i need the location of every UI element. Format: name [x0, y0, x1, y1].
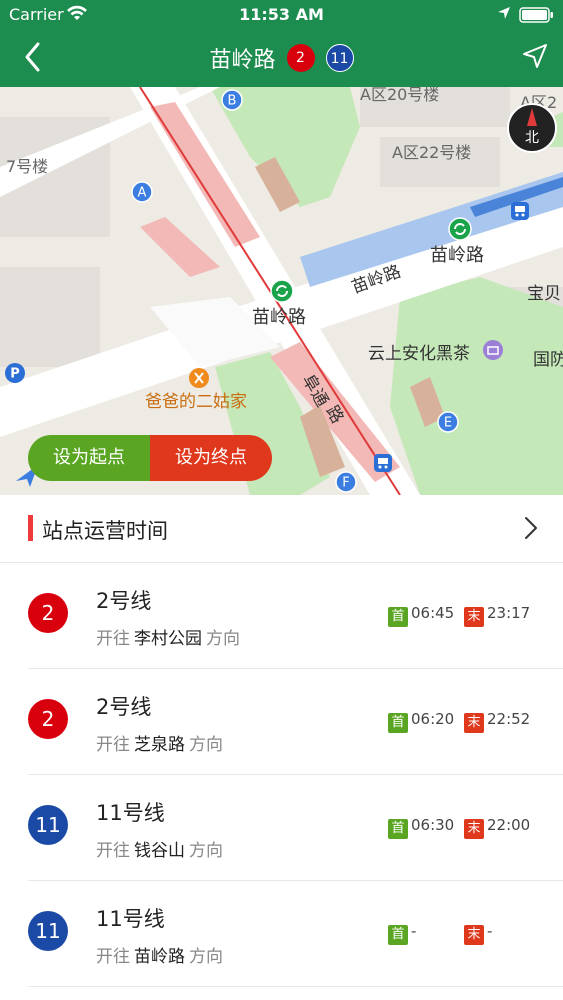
- status-bar: Carrier 11:53 AM: [0, 0, 563, 30]
- direction-text: 开往 钱谷山 方向: [96, 836, 223, 861]
- first-train: 首-: [388, 922, 416, 945]
- first-time: 06:45: [411, 604, 455, 622]
- bus-stop-icon-2[interactable]: [373, 453, 393, 475]
- exit-a-marker[interactable]: A: [131, 181, 153, 203]
- compass-north-label: 北: [525, 130, 539, 146]
- operating-hours-header[interactable]: 站点运营时间: [0, 495, 563, 563]
- last-train: 末 22:52: [464, 710, 530, 733]
- map-label-building-7: 7号楼: [6, 157, 49, 176]
- last-time: 22:00: [487, 816, 531, 834]
- direction-suffix: 方向: [189, 947, 223, 967]
- map-view[interactable]: A区20号楼 A区2 A区22号楼 7号楼 苗岭路 苗岭路 苗岭路 云上安化黑茶…: [0, 87, 563, 495]
- exit-b-label: B: [228, 94, 237, 109]
- map-label-station-center: 苗岭路: [252, 307, 306, 328]
- route-button-group: 设为起点 设为终点: [28, 435, 272, 481]
- page-title: 苗岭路: [209, 48, 276, 73]
- line-name: 11号线: [96, 801, 165, 825]
- exit-a-label: A: [138, 186, 147, 201]
- direction-destination: 苗岭路: [134, 947, 185, 967]
- last-tag: 末: [464, 713, 484, 733]
- parking-icon[interactable]: P: [4, 362, 26, 384]
- last-time: 22:52: [487, 710, 531, 728]
- first-time: 06:20: [411, 710, 455, 728]
- nav-bar: 苗岭路 2 11: [0, 30, 563, 87]
- section-accent-bar: [28, 515, 33, 541]
- shop-icon[interactable]: [482, 339, 504, 361]
- line-11-badge: 11: [325, 44, 354, 72]
- exit-f-label: F: [342, 476, 349, 491]
- map-label-guoji: 国防: [533, 350, 563, 370]
- last-tag: 末: [464, 607, 484, 627]
- title-group: 苗岭路 2 11: [0, 42, 563, 74]
- map-label-a-zone-20: A区20号楼: [360, 87, 440, 104]
- direction-text: 开往 李村公园 方向: [96, 624, 240, 649]
- exit-e-label: E: [444, 416, 452, 431]
- operating-hours-label: 站点运营时间: [42, 519, 168, 543]
- last-train: 末 22:00: [464, 816, 530, 839]
- compass-icon[interactable]: 北: [506, 102, 558, 154]
- line-list: 2 2号线 开往 李村公园 方向 首 06:45 末 23:17 2 2号线 开往 芝泉路…: [0, 563, 563, 987]
- direction-destination: 李村公园: [134, 629, 202, 649]
- chevron-right-icon: [525, 517, 537, 539]
- restaurant-icon[interactable]: [188, 367, 210, 389]
- map-label-a-zone-22: A区22号楼: [392, 143, 472, 162]
- first-train: 首 06:30: [388, 816, 454, 839]
- last-train: 末-: [464, 922, 492, 945]
- direction-destination: 芝泉路: [134, 735, 185, 755]
- line-name: 11号线: [96, 907, 165, 931]
- first-time: -: [411, 922, 417, 940]
- line-badge: 11: [28, 805, 68, 845]
- map-label-station-right: 苗岭路: [430, 245, 484, 266]
- location-arrow-icon: [498, 7, 510, 19]
- last-train: 末 23:17: [464, 604, 530, 627]
- direction-suffix: 方向: [206, 629, 240, 649]
- list-item[interactable]: 11 11号线 开往 钱谷山 方向 首 06:30 末 22:00: [28, 775, 563, 881]
- last-time: 23:17: [487, 604, 531, 622]
- line-badge: 2: [28, 699, 68, 739]
- last-time: -: [487, 922, 493, 940]
- first-train: 首 06:20: [388, 710, 454, 733]
- map-label-baobei: 宝贝: [527, 284, 561, 304]
- exit-b-marker[interactable]: B: [221, 89, 243, 111]
- metro-station-icon-right[interactable]: [448, 217, 472, 241]
- direction-prefix: 开往: [96, 841, 130, 861]
- direction-prefix: 开往: [96, 735, 130, 755]
- first-tag: 首: [388, 713, 408, 733]
- first-train: 首 06:45: [388, 604, 454, 627]
- direction-suffix: 方向: [189, 735, 223, 755]
- map-label-babade: 爸爸的二姑家: [145, 392, 247, 412]
- list-item[interactable]: 11 11号线 开往 苗岭路 方向 首- 末-: [28, 881, 563, 987]
- exit-f-marker[interactable]: F: [335, 471, 357, 493]
- first-tag: 首: [388, 607, 408, 627]
- battery-icon: [519, 7, 553, 23]
- direction-prefix: 开往: [96, 947, 130, 967]
- exit-e-marker[interactable]: E: [437, 411, 459, 433]
- clock: 11:53 AM: [239, 5, 324, 24]
- list-item[interactable]: 2 2号线 开往 李村公园 方向 首 06:45 末 23:17: [28, 563, 563, 669]
- line-2-badge: 2: [286, 44, 315, 72]
- line-name: 2号线: [96, 589, 152, 613]
- line-badge: 11: [28, 911, 68, 951]
- direction-suffix: 方向: [189, 841, 223, 861]
- set-start-button[interactable]: 设为起点: [28, 435, 150, 481]
- navigate-send-icon[interactable]: [521, 42, 549, 70]
- line-name: 2号线: [96, 695, 152, 719]
- direction-prefix: 开往: [96, 629, 130, 649]
- line-badge: 2: [28, 593, 68, 633]
- top-header: Carrier 11:53 AM 苗岭路 2 11: [0, 0, 563, 87]
- svg-text:P: P: [10, 367, 20, 382]
- last-tag: 末: [464, 819, 484, 839]
- direction-destination: 钱谷山: [134, 841, 185, 861]
- map-label-yunshang: 云上安化黑茶: [368, 344, 470, 364]
- direction-text: 开往 芝泉路 方向: [96, 730, 223, 755]
- direction-text: 开往 苗岭路 方向: [96, 942, 223, 967]
- set-end-button[interactable]: 设为终点: [150, 435, 272, 481]
- first-tag: 首: [388, 819, 408, 839]
- last-tag: 末: [464, 925, 484, 945]
- first-time: 06:30: [411, 816, 455, 834]
- first-tag: 首: [388, 925, 408, 945]
- list-item[interactable]: 2 2号线 开往 芝泉路 方向 首 06:20 末 22:52: [28, 669, 563, 775]
- metro-station-icon[interactable]: [270, 279, 294, 303]
- bus-stop-icon[interactable]: [510, 201, 530, 223]
